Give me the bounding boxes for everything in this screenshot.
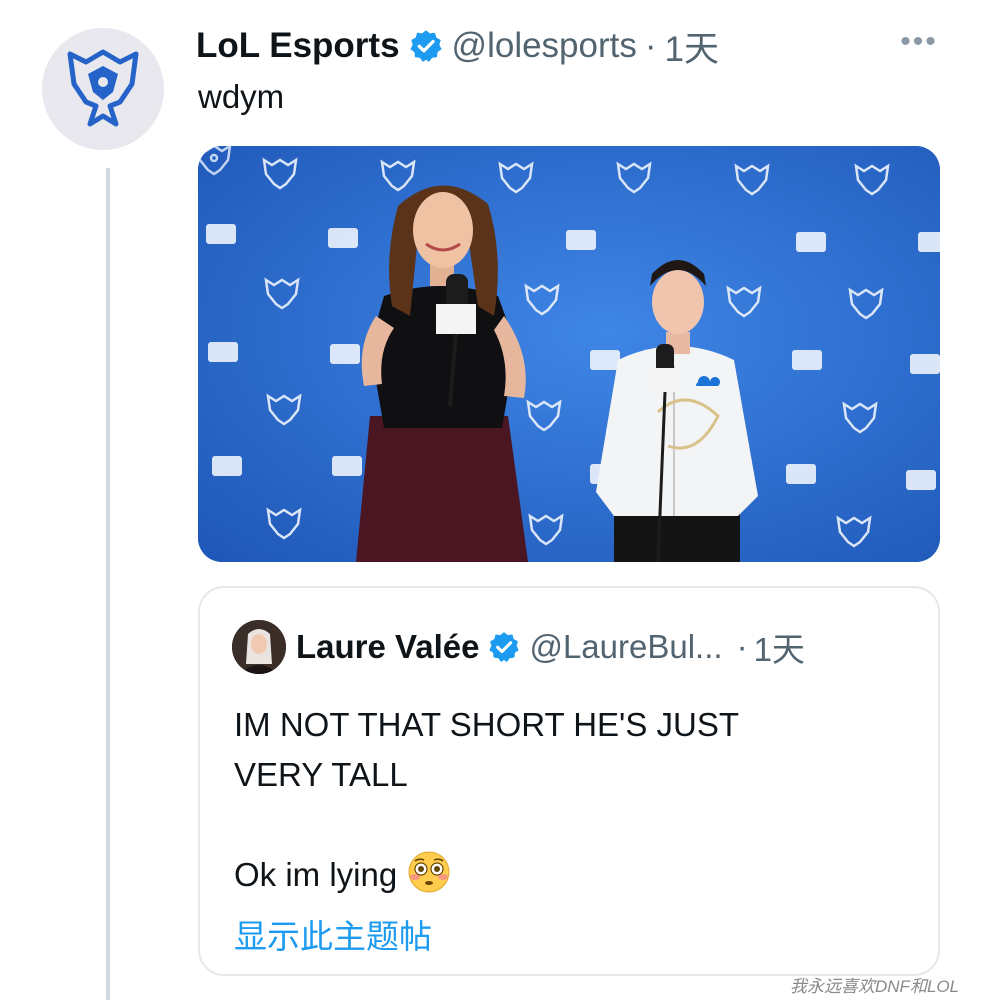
tweet-text: wdym	[198, 78, 285, 115]
author-display-name[interactable]: LoL Esports	[196, 26, 400, 66]
separator-dot: ·	[644, 26, 657, 65]
quoted-tweet-text: IM NOT THAT SHORT HE'S JUST VERY TALL Ok…	[234, 700, 914, 900]
tweet-timestamp[interactable]: 1天	[665, 21, 719, 72]
worlds-logo-icon	[67, 49, 139, 127]
portrait-avatar-icon	[232, 620, 286, 674]
author-handle[interactable]: @lolesports	[452, 26, 637, 66]
quoted-tweet-header: Laure Valée @LaureBul... · 1天	[232, 618, 805, 676]
show-thread-link[interactable]: 显示此主题帖	[234, 910, 432, 958]
quoted-text-line: VERY TALL	[234, 756, 408, 793]
quoted-author-display-name[interactable]: Laure Valée	[296, 628, 479, 666]
lolesports-avatar[interactable]	[42, 28, 164, 150]
quoted-text-line	[234, 800, 914, 850]
separator-dot: ·	[736, 628, 748, 665]
quoted-tweet-timestamp[interactable]: 1天	[754, 623, 805, 671]
quoted-author-avatar[interactable]	[232, 620, 286, 674]
quoted-author-handle[interactable]: @LaureBul...	[529, 628, 722, 666]
thread-line	[106, 168, 110, 1000]
verified-badge-icon	[489, 632, 520, 663]
verified-badge-icon	[409, 30, 442, 62]
press-conference-photo	[198, 146, 940, 562]
flushed-face-icon	[408, 851, 450, 893]
quoted-text-line: IM NOT THAT SHORT HE'S JUST	[234, 706, 740, 743]
quoted-text-line-with-emoji: Ok im lying	[234, 850, 914, 900]
more-options-button[interactable]: •••	[898, 27, 940, 57]
tweet-media-photo[interactable]	[198, 146, 940, 562]
watermark-text: 我永远喜欢DNF和LOL	[790, 977, 960, 996]
quoted-tweet-card[interactable]: Laure Valée @LaureBul... · 1天 IM NOT THA…	[198, 586, 940, 976]
quoted-text-line: Ok im lying	[234, 856, 398, 893]
tweet-header: LoL Esports @lolesports · 1天	[196, 22, 719, 70]
